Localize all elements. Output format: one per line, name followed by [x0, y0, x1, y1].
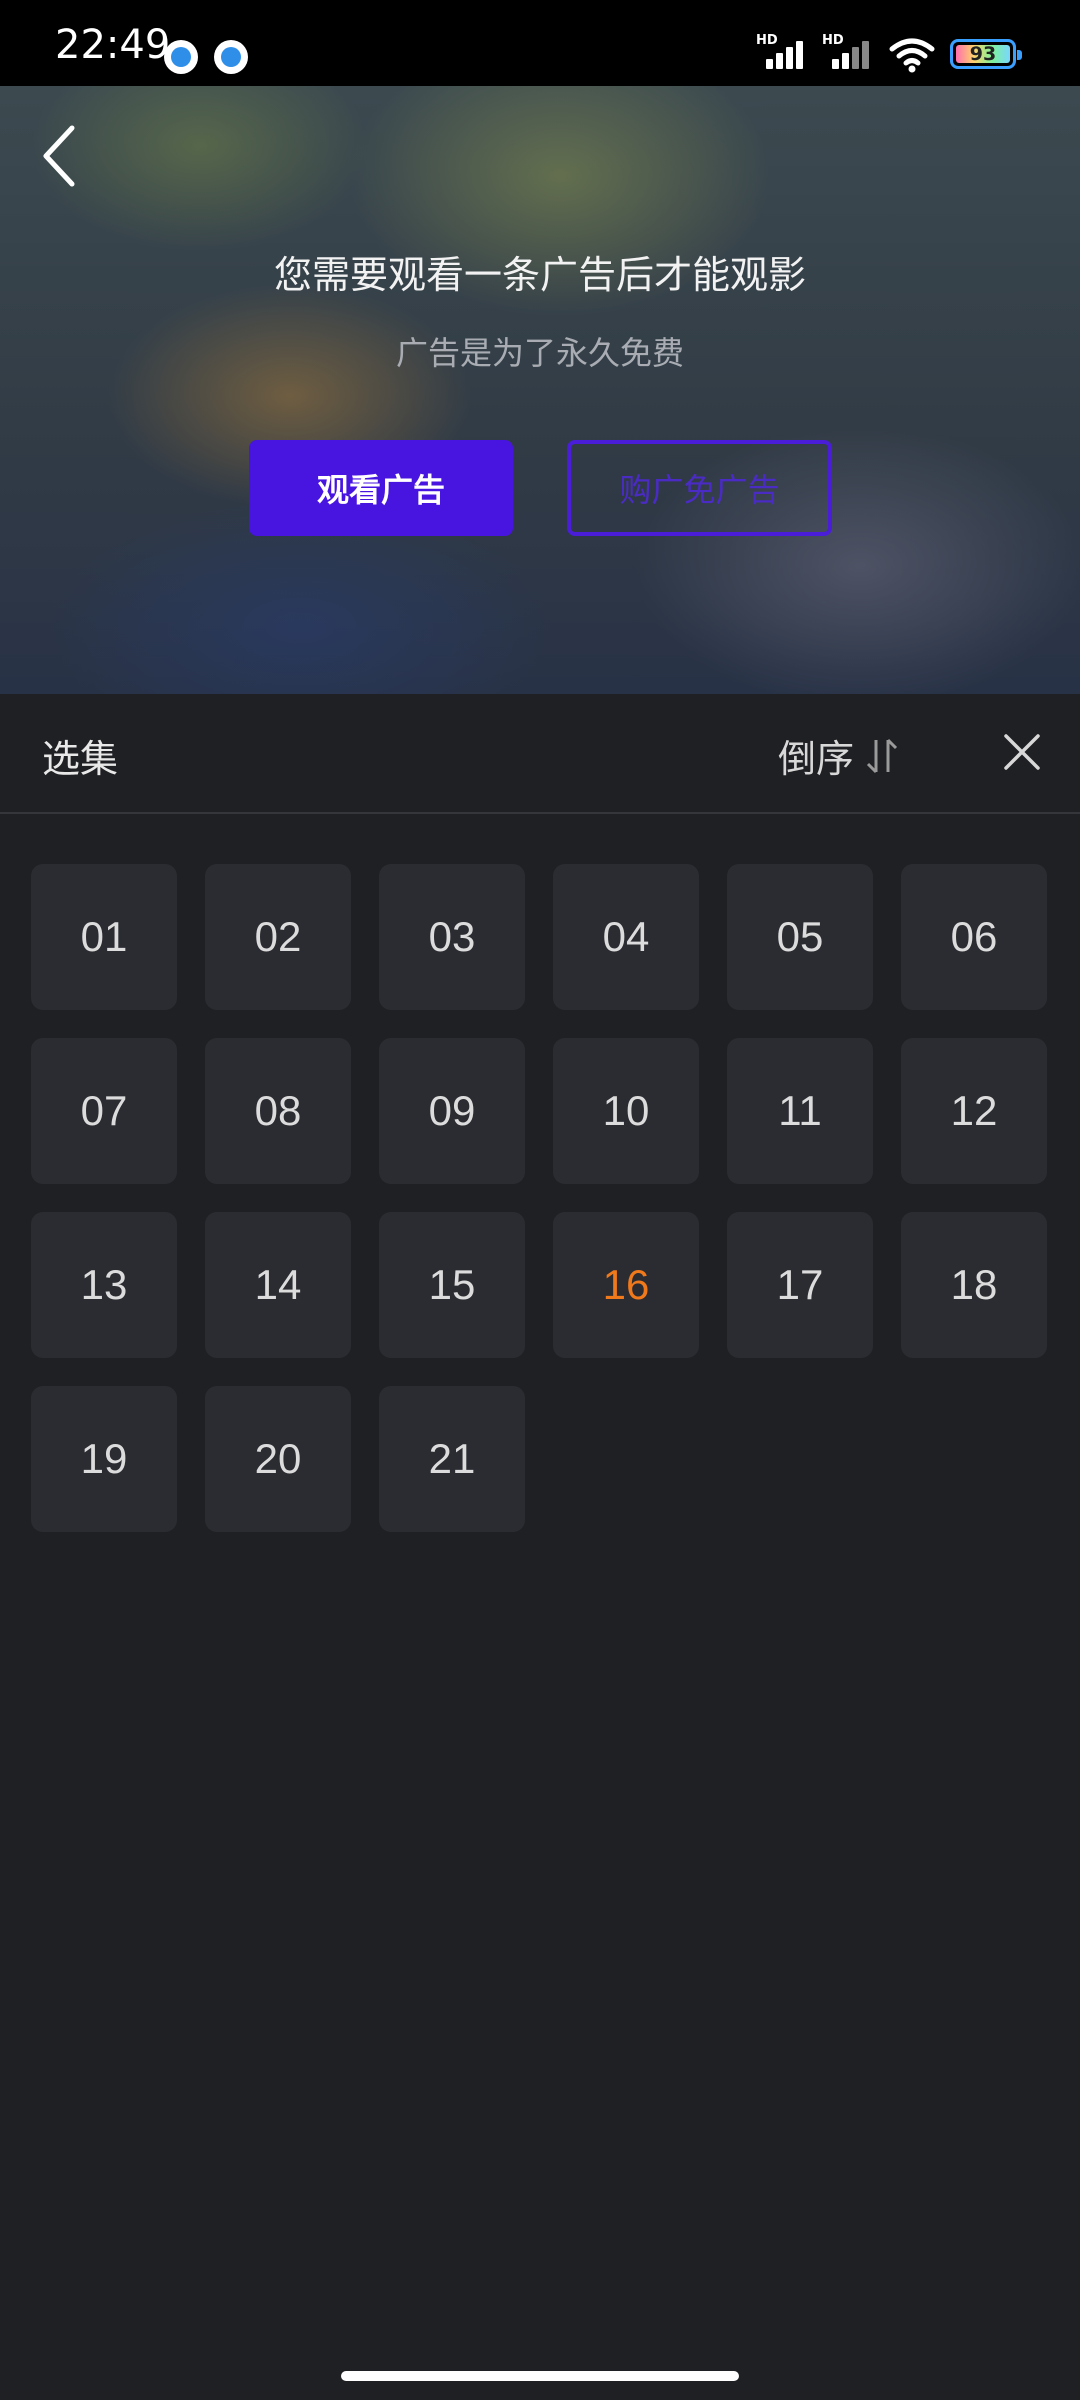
wifi-icon: [889, 38, 935, 73]
episode-tile[interactable]: 02: [205, 864, 351, 1010]
ad-notice-subtitle: 广告是为了永久免费: [395, 334, 684, 372]
episode-tile-current[interactable]: 16: [553, 1212, 699, 1358]
episode-tile[interactable]: 10: [553, 1038, 699, 1184]
notification-app-icon: [164, 40, 198, 74]
episode-tile[interactable]: 04: [553, 864, 699, 1010]
sort-order-label: 倒序: [778, 737, 855, 781]
cellular-signal-icon: HD: [756, 33, 808, 73]
episode-tile[interactable]: 14: [205, 1212, 351, 1358]
remove-ads-button[interactable]: 购广免广告: [567, 440, 832, 536]
episode-panel: 选集 倒序 01 02 03 04 05 06 07 08 09 10 11 12 13 14 15 16 17…: [0, 694, 1080, 2400]
episode-tile[interactable]: 19: [31, 1386, 177, 1532]
episode-panel-header: 选集 倒序: [0, 694, 1080, 814]
watch-ad-button[interactable]: 观看广告: [249, 440, 513, 536]
episode-tile[interactable]: 13: [31, 1212, 177, 1358]
episode-grid: 01 02 03 04 05 06 07 08 09 10 11 12 13 14 15 16 17 18 19 20…: [31, 864, 1049, 1532]
status-bar: 22:49 HD HD 93: [0, 0, 1080, 86]
status-indicators: HD HD 93: [756, 33, 1022, 74]
episode-tile[interactable]: 06: [901, 864, 1047, 1010]
episode-tile[interactable]: 11: [727, 1038, 873, 1184]
episode-panel-title: 选集: [42, 737, 119, 781]
home-indicator[interactable]: [341, 2371, 739, 2381]
episode-tile[interactable]: 15: [379, 1212, 525, 1358]
signal-hd-label-2: HD: [822, 33, 844, 48]
video-player[interactable]: 您需要观看一条广告后才能观影 广告是为了永久免费 观看广告 购广免广告: [0, 86, 1080, 694]
ad-notice-title: 您需要观看一条广告后才能观影: [273, 253, 806, 297]
episode-tile[interactable]: 18: [901, 1212, 1047, 1358]
battery-level: 93: [969, 43, 997, 65]
episode-tile[interactable]: 09: [379, 1038, 525, 1184]
cellular-signal-icon-2: HD: [822, 33, 874, 73]
signal-hd-label: HD: [756, 33, 778, 48]
episode-tile[interactable]: 21: [379, 1386, 525, 1532]
episode-tile[interactable]: 07: [31, 1038, 177, 1184]
episode-tile[interactable]: 01: [31, 864, 177, 1010]
episode-tile[interactable]: 05: [727, 864, 873, 1010]
close-icon[interactable]: [1002, 732, 1042, 772]
back-arrow-icon[interactable]: [34, 116, 94, 196]
battery-icon: 93: [950, 39, 1022, 69]
sort-icon: [866, 738, 898, 773]
sort-order-toggle[interactable]: 倒序: [778, 728, 900, 783]
episode-tile[interactable]: 03: [379, 864, 525, 1010]
episode-tile[interactable]: 17: [727, 1212, 873, 1358]
episode-tile[interactable]: 12: [901, 1038, 1047, 1184]
status-time: 22:49: [55, 22, 171, 68]
episode-tile[interactable]: 20: [205, 1386, 351, 1532]
episode-tile[interactable]: 08: [205, 1038, 351, 1184]
notification-upload-icon: [214, 40, 248, 74]
